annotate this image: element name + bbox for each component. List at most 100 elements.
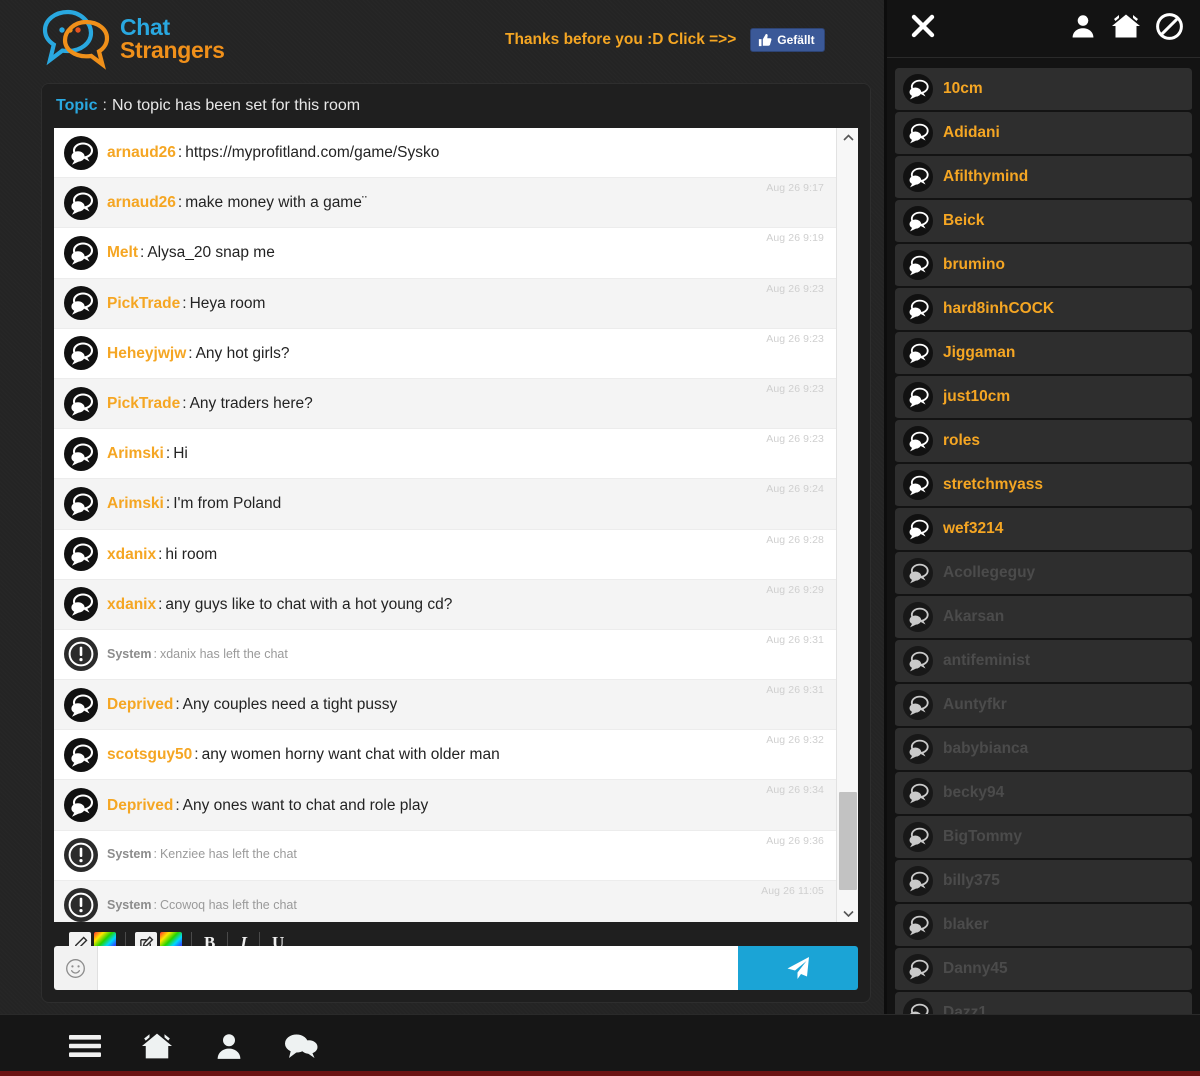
user-avatar-icon (64, 587, 98, 622)
facebook-like-button[interactable]: Gefällt (750, 28, 825, 52)
chat-message-row: PickTrade: Heya room Aug 26 9:23 (54, 278, 836, 329)
user-avatar-icon (64, 185, 98, 220)
message-timestamp: Aug 26 9:19 (766, 232, 824, 245)
user-list-item[interactable]: Jiggaman (895, 332, 1192, 376)
user-list-item[interactable]: antifeminist (895, 640, 1192, 684)
message-text: hi room (165, 545, 218, 563)
user-list-item[interactable]: Afilthymind (895, 156, 1192, 200)
message-author[interactable]: Arimski (107, 495, 164, 512)
user-list-item[interactable]: babybianca (895, 728, 1192, 772)
user-avatar-icon (64, 788, 98, 823)
message-timestamp: Aug 26 9:31 (766, 684, 824, 697)
user-name-label: Beick (943, 212, 985, 229)
person-icon[interactable] (208, 1026, 250, 1066)
user-list-item[interactable]: Adidani (895, 112, 1192, 156)
user-list-item[interactable]: just10cm (895, 376, 1192, 420)
user-avatar-icon (903, 382, 933, 412)
message-input[interactable] (98, 946, 738, 990)
message-timestamp: Aug 26 9:32 (766, 734, 824, 747)
promo-area: Thanks before you :D Click =>> Gefällt (505, 28, 825, 52)
topic-label: Topic (56, 97, 98, 114)
user-avatar-icon (64, 737, 98, 772)
user-avatar-icon (64, 687, 98, 722)
user-list[interactable]: 10cm Adidani Afilthymind Beick brumino hard8i… (887, 58, 1200, 1014)
message-author[interactable]: scotsguy50 (107, 746, 192, 763)
user-name-label: Akarsan (943, 608, 1005, 625)
user-list-item[interactable]: 10cm (895, 68, 1192, 112)
home-icon[interactable] (1111, 12, 1141, 45)
scrollbar-thumb[interactable] (839, 792, 857, 890)
user-avatar-icon (64, 135, 98, 170)
message-author[interactable]: arnaud26 (107, 194, 176, 211)
message-list[interactable]: arnaud26: https://myprofitland.com/game/S… (54, 128, 836, 922)
message-text: Alysa_20 snap me (147, 244, 275, 262)
user-list-item[interactable]: stretchmyass (895, 464, 1192, 508)
message-body: xdanix: any guys like to chat with a hot … (107, 596, 452, 613)
close-x-icon[interactable] (909, 12, 937, 45)
user-name-label: stretchmyass (943, 476, 1043, 493)
message-author[interactable]: PickTrade (107, 295, 180, 312)
chat-message-row: arnaud26: https://myprofitland.com/game/S… (54, 128, 836, 179)
message-author[interactable]: xdanix (107, 596, 156, 613)
user-list-item[interactable]: Beick (895, 200, 1192, 244)
user-list-item[interactable]: BigTommy (895, 816, 1192, 860)
user-list-item[interactable]: Dazz1 (895, 992, 1192, 1014)
message-text: https://myprofitland.com/game/Sysko (185, 144, 440, 162)
message-author[interactable]: Arimski (107, 445, 164, 462)
message-author[interactable]: Melt (107, 244, 138, 261)
message-author[interactable]: xdanix (107, 546, 156, 563)
hamburger-menu-icon[interactable] (64, 1026, 106, 1066)
message-author[interactable]: PickTrade (107, 395, 180, 412)
user-avatar-icon (64, 537, 98, 572)
message-timestamp: Aug 26 9:23 (766, 433, 824, 446)
user-avatar-icon (903, 118, 933, 148)
person-icon[interactable] (1069, 12, 1097, 45)
promo-text: Thanks before you :D Click =>> (505, 31, 737, 48)
site-logo[interactable]: Chat Strangers (42, 8, 225, 70)
user-list-item[interactable]: roles (895, 420, 1192, 464)
user-avatar-icon (903, 162, 933, 192)
user-name-label: just10cm (943, 388, 1011, 405)
user-list-item[interactable]: brumino (895, 244, 1192, 288)
message-timestamp: Aug 26 9:24 (766, 483, 824, 496)
user-list-item[interactable]: Auntyfkr (895, 684, 1192, 728)
message-timestamp: Aug 26 9:29 (766, 583, 824, 596)
message-author[interactable]: Deprived (107, 797, 173, 814)
scroll-up-arrow[interactable] (837, 128, 858, 146)
user-list-item[interactable]: Danny45 (895, 948, 1192, 992)
logo-line-strangers: Strangers (120, 37, 225, 63)
message-author[interactable]: Heheyjwjw (107, 345, 186, 362)
user-list-item[interactable]: becky94 (895, 772, 1192, 816)
user-avatar-icon (903, 558, 933, 588)
message-body: scotsguy50: any women horny want chat wit… (107, 746, 500, 763)
message-timestamp: Aug 26 9:34 (766, 784, 824, 797)
message-timestamp: Aug 26 11:05 (761, 884, 824, 897)
send-button[interactable] (738, 946, 858, 990)
user-list-item[interactable]: Acollegeguy (895, 552, 1192, 596)
message-body: xdanix: hi room (107, 546, 217, 563)
message-body: System: xdanix has left the chat (107, 647, 288, 662)
message-body: Deprived: Any couples need a tight pussy (107, 696, 397, 713)
message-timestamp: Aug 26 9:17 (766, 182, 824, 195)
block-icon[interactable] (1155, 12, 1184, 46)
message-separator: : (158, 545, 163, 563)
user-name-label: becky94 (943, 784, 1005, 801)
user-list-item[interactable]: billy375 (895, 860, 1192, 904)
scroll-down-arrow[interactable] (837, 904, 858, 922)
message-separator: : (194, 746, 199, 764)
home-icon[interactable] (136, 1026, 178, 1066)
message-author[interactable]: arnaud26 (107, 144, 176, 161)
message-body: PickTrade: Any traders here? (107, 395, 313, 412)
chat-message-row: xdanix: hi room Aug 26 9:28 (54, 529, 836, 580)
user-name-label: BigTommy (943, 828, 1022, 845)
user-list-item[interactable]: wef3214 (895, 508, 1192, 552)
user-avatar-icon (903, 822, 933, 852)
user-list-item[interactable]: Akarsan (895, 596, 1192, 640)
messages-scrollbar[interactable] (836, 128, 858, 922)
smiley-icon[interactable] (54, 946, 98, 990)
user-list-item[interactable]: blaker (895, 904, 1192, 948)
message-author[interactable]: Deprived (107, 696, 173, 713)
user-avatar-icon (903, 866, 933, 896)
chat-bubble-icon[interactable] (280, 1026, 322, 1066)
user-list-item[interactable]: hard8inhCOCK (895, 288, 1192, 332)
